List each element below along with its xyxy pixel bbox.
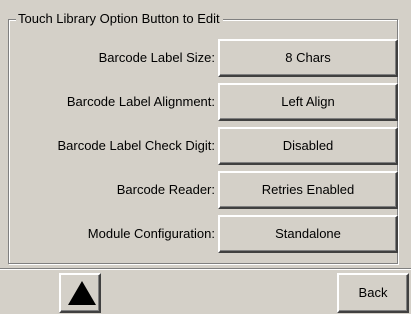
module-configuration-button[interactable]: Standalone xyxy=(218,215,398,253)
barcode-reader-button[interactable]: Retries Enabled xyxy=(218,171,398,209)
barcode-label-alignment-button[interactable]: Left Align xyxy=(218,83,398,121)
group-title: Touch Library Option Button to Edit xyxy=(16,11,223,26)
up-arrow-icon xyxy=(68,281,96,305)
option-label-module-configuration: Module Configuration: xyxy=(87,226,215,241)
barcode-label-check-digit-button[interactable]: Disabled xyxy=(218,127,398,165)
option-label-barcode-label-alignment: Barcode Label Alignment: xyxy=(66,94,215,109)
back-button[interactable]: Back xyxy=(337,273,409,313)
option-label-barcode-label-check-digit: Barcode Label Check Digit: xyxy=(57,138,215,153)
barcode-label-size-button[interactable]: 8 Chars xyxy=(218,39,398,77)
option-label-barcode-label-size: Barcode Label Size: xyxy=(98,50,215,65)
scroll-up-button[interactable] xyxy=(59,273,101,313)
option-label-barcode-reader: Barcode Reader: xyxy=(116,182,215,197)
